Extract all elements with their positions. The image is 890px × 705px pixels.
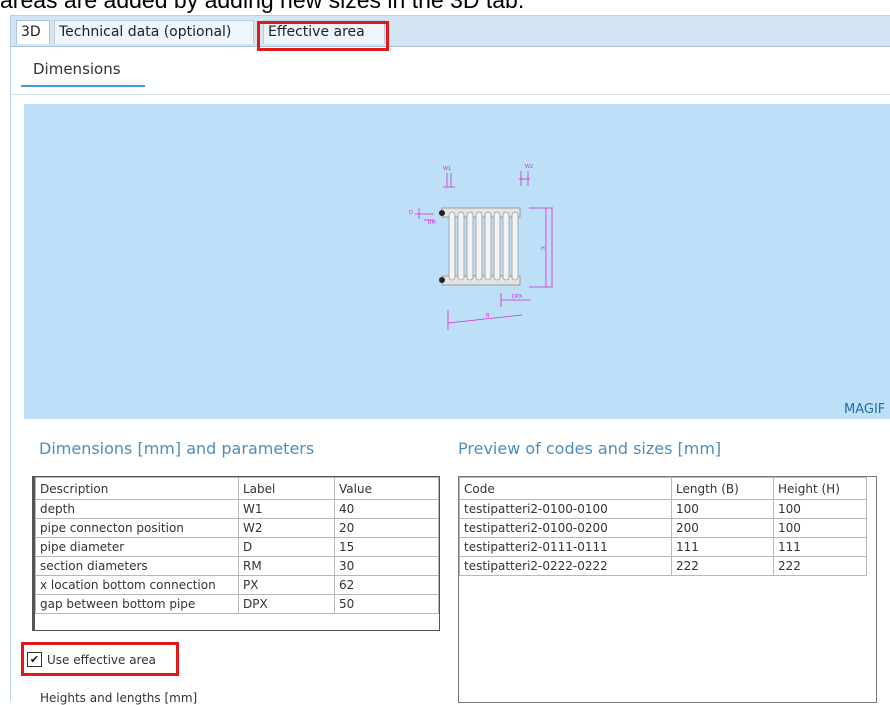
cell-height: 100	[773, 499, 867, 519]
cell-description: section diameters	[35, 556, 239, 576]
use-effective-area-label: Use effective area	[47, 652, 156, 667]
cell-label: D	[238, 537, 335, 557]
label-w2: W2	[525, 164, 533, 170]
cell-code: testipatteri2-0111-0111	[459, 537, 672, 557]
cell-height: 100	[773, 518, 867, 538]
table-row[interactable]: depth W1 40	[35, 499, 439, 519]
heights-lengths-label: Heights and lengths [mm]	[40, 691, 198, 705]
table-row[interactable]: testipatteri2-0111-0111 111 111	[459, 537, 867, 557]
column-header-length[interactable]: Length (B)	[671, 477, 774, 500]
table-row[interactable]: pipe diameter D 15	[35, 537, 439, 557]
column-header-description[interactable]: Description	[35, 477, 239, 500]
cell-value[interactable]: 40	[334, 499, 439, 519]
column-header-height[interactable]: Height (H)	[773, 477, 867, 500]
label-d: D	[409, 210, 413, 216]
radiator-model	[439, 207, 521, 286]
cell-value[interactable]: 50	[334, 594, 439, 614]
tab-bar: 3D Technical data (optional) Effective a…	[11, 16, 890, 47]
label-b: B	[486, 313, 490, 319]
cell-label: W2	[238, 518, 335, 538]
column-header-value[interactable]: Value	[334, 477, 439, 500]
cell-description: depth	[35, 499, 239, 519]
preview-section-title: Preview of codes and sizes [mm]	[458, 439, 722, 458]
label-h: H	[541, 246, 545, 252]
dimensions-table-container: Description Label Value depth W1 40 pipe…	[32, 476, 440, 631]
cell-length: 100	[671, 499, 774, 519]
table-row[interactable]: testipatteri2-0100-0100 100 100	[459, 499, 867, 519]
cell-value[interactable]: 30	[334, 556, 439, 576]
dimensions-section-title: Dimensions [mm] and parameters	[39, 439, 315, 458]
cell-length: 222	[671, 556, 774, 576]
label-dpx: DPX	[512, 294, 523, 300]
3d-viewport[interactable]: W1 W2 D RM H B DPX MAGIF	[24, 104, 890, 419]
dimensions-table: Description Label Value depth W1 40 pipe…	[35, 477, 439, 614]
use-effective-area-checkbox[interactable]: ✔	[27, 652, 42, 667]
table-row[interactable]: gap between bottom pipe DPX 50	[35, 594, 439, 614]
radiator-drawing: W1 W2 D RM H B DPX	[409, 164, 553, 330]
cell-label: DPX	[238, 594, 335, 614]
subtab-active-indicator	[21, 85, 145, 87]
table-row[interactable]: pipe connecton position W2 20	[35, 518, 439, 538]
cell-value[interactable]: 20	[334, 518, 439, 538]
cell-description: x location bottom connection	[35, 575, 239, 595]
table-row[interactable]: x location bottom connection PX 62	[35, 575, 439, 595]
cell-description: pipe diameter	[35, 537, 239, 557]
table-row[interactable]: section diameters RM 30	[35, 556, 439, 576]
cell-label: PX	[238, 575, 335, 595]
cell-height: 222	[773, 556, 867, 576]
table-header-row: Description Label Value	[35, 477, 439, 500]
cell-value[interactable]: 15	[334, 537, 439, 557]
dimension-lines	[415, 171, 553, 330]
tab-3d[interactable]: 3D	[16, 20, 50, 44]
subtab-dimensions[interactable]: Dimensions	[33, 60, 121, 78]
cell-code: testipatteri2-0100-0100	[459, 499, 672, 519]
brand-watermark: MAGIF	[844, 402, 886, 417]
cell-length: 111	[671, 537, 774, 557]
cell-code: testipatteri2-0222-0222	[459, 556, 672, 576]
label-rm: RM	[428, 220, 436, 226]
column-header-code[interactable]: Code	[459, 477, 672, 500]
preview-table-container: Code Length (B) Height (H) testipatteri2…	[458, 476, 877, 703]
table-row[interactable]: testipatteri2-0222-0222 222 222	[459, 556, 867, 576]
cell-label: W1	[238, 499, 335, 519]
table-row[interactable]: testipatteri2-0100-0200 200 100	[459, 518, 867, 538]
cell-description: pipe connecton position	[35, 518, 239, 538]
cell-code: testipatteri2-0100-0200	[459, 518, 672, 538]
cell-label: RM	[238, 556, 335, 576]
cell-description: gap between bottom pipe	[35, 594, 239, 614]
column-header-label[interactable]: Label	[238, 477, 335, 500]
tab-effective-area[interactable]: Effective area	[263, 20, 385, 44]
subtab-divider	[11, 94, 890, 95]
table-header-row: Code Length (B) Height (H)	[459, 477, 867, 500]
cell-height: 111	[773, 537, 867, 557]
preview-table: Code Length (B) Height (H) testipatteri2…	[459, 477, 867, 576]
label-w1: W1	[443, 166, 451, 172]
cell-length: 200	[671, 518, 774, 538]
app-window: 3D Technical data (optional) Effective a…	[10, 15, 890, 705]
tab-technical-data[interactable]: Technical data (optional)	[54, 20, 254, 44]
cell-value[interactable]: 62	[334, 575, 439, 595]
use-effective-area-toggle[interactable]: ✔ Use effective area	[27, 647, 175, 672]
